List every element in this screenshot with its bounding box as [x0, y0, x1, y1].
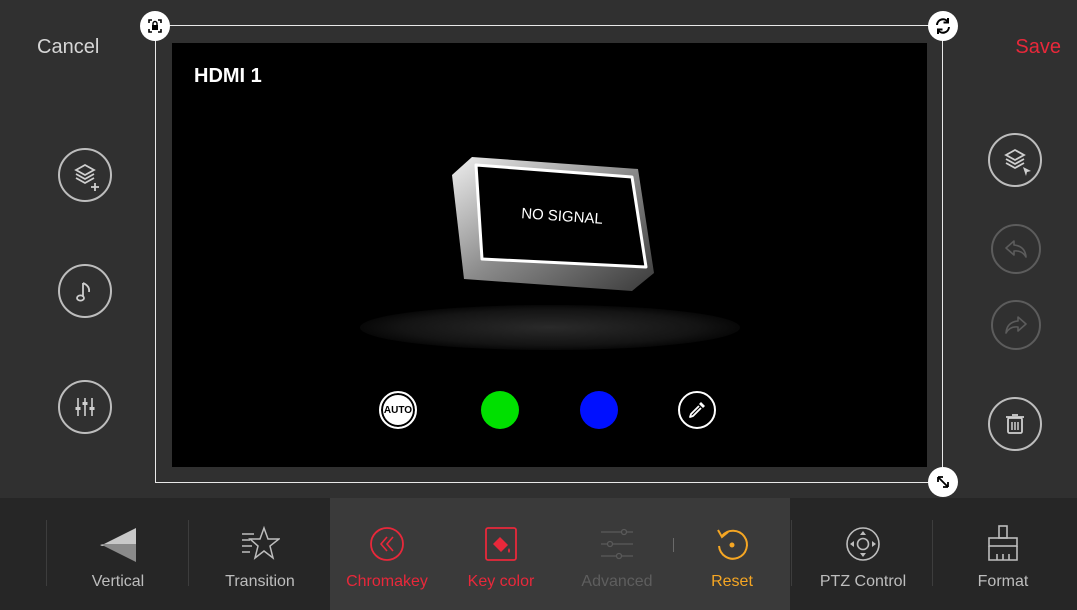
ptz-joystick-icon: [846, 527, 880, 561]
mixer-sliders-icon: [75, 398, 95, 416]
paint-bucket-icon: [485, 527, 517, 561]
advanced-tool[interactable]: Advanced: [565, 498, 669, 610]
chromakey-tool[interactable]: Chromakey: [335, 498, 439, 610]
trash-icon: [1006, 414, 1024, 434]
select-layer-icon: [1004, 148, 1031, 176]
bottom-toolbar: Vertical Transition Chromakey Key color: [0, 498, 1077, 610]
reset-icon: [717, 529, 748, 560]
add-layer-button[interactable]: [58, 148, 112, 202]
transition-label: Transition: [225, 573, 295, 590]
divider: [673, 538, 674, 552]
lock-icon: [148, 19, 162, 33]
advanced-label: Advanced: [581, 573, 653, 590]
undo-icon: [1005, 240, 1027, 258]
reset-label: Reset: [711, 573, 753, 590]
divider: [188, 520, 189, 586]
eyedropper-button[interactable]: [678, 391, 716, 429]
resize-icon: [937, 476, 949, 488]
resize-handle[interactable]: [928, 467, 958, 497]
monitor-illustration: [452, 157, 654, 291]
ptz-control-tool[interactable]: PTZ Control: [806, 498, 920, 610]
reset-tool[interactable]: Reset: [690, 498, 774, 610]
key-color-label: Key color: [467, 573, 535, 590]
add-layer-icon: [74, 163, 99, 191]
ptz-control-label: PTZ Control: [819, 573, 907, 590]
chromakey-icon: [370, 527, 404, 561]
undo-button[interactable]: [991, 224, 1041, 274]
mixer-button[interactable]: [58, 380, 112, 434]
cancel-button[interactable]: Cancel: [37, 36, 99, 59]
vertical-tool[interactable]: Vertical: [60, 498, 176, 610]
music-note-icon: [76, 282, 91, 302]
eyedropper-icon: [689, 402, 705, 418]
transition-tool[interactable]: Transition: [201, 498, 319, 610]
save-button[interactable]: Save: [1015, 36, 1061, 59]
rotate-icon: [936, 18, 950, 34]
chromakey-label: Chromakey: [346, 573, 428, 590]
green-key-swatch[interactable]: [481, 391, 519, 429]
rotate-handle[interactable]: [928, 11, 958, 41]
format-label: Format: [977, 573, 1029, 590]
vertical-icon: [100, 528, 136, 562]
format-tool[interactable]: Format: [948, 498, 1058, 610]
vertical-label: Vertical: [91, 573, 145, 590]
blue-key-swatch[interactable]: [580, 391, 618, 429]
transition-star-icon: [242, 525, 280, 560]
delete-button[interactable]: [988, 397, 1042, 451]
music-button[interactable]: [58, 264, 112, 318]
key-color-tool[interactable]: Key color: [452, 498, 550, 610]
video-preview[interactable]: HDMI 1 NO SIGNAL AUTO: [172, 43, 927, 467]
select-layer-button[interactable]: [988, 133, 1042, 187]
redo-button[interactable]: [991, 300, 1041, 350]
redo-icon: [1005, 316, 1027, 334]
auto-key-button[interactable]: AUTO: [379, 391, 417, 429]
divider: [791, 520, 792, 586]
monitor-shadow: [360, 305, 740, 350]
divider: [46, 520, 47, 586]
source-label: HDMI 1: [194, 65, 262, 87]
advanced-sliders-icon: [601, 528, 633, 560]
divider: [932, 520, 933, 586]
format-brush-icon: [988, 525, 1018, 561]
lock-handle[interactable]: [140, 11, 170, 41]
